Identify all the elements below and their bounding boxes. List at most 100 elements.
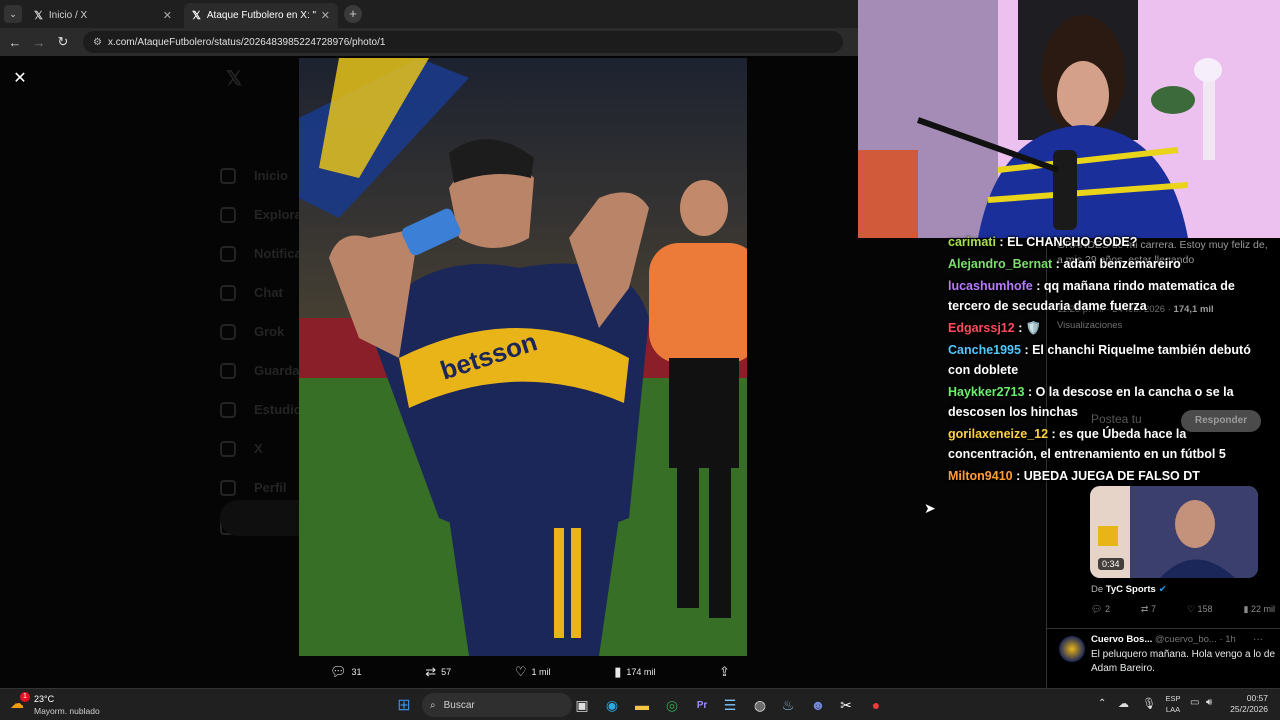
close-tab-icon[interactable]: ✕ [163, 9, 172, 22]
weather-temp: 23°C [34, 694, 55, 704]
video-repost-count: 7 [1150, 604, 1156, 614]
avatar[interactable] [1059, 636, 1085, 662]
chrome-icon[interactable]: ◎ [658, 691, 686, 719]
nav-icon [220, 284, 236, 301]
tab-label: Ataque Futbolero en X: " 🟣 🟡 La [206, 10, 319, 21]
tray-mic-icon[interactable]: 🎙︎ [1142, 697, 1156, 710]
chat-message: Milton9410 : UBEDA JUEGA DE FALSO DT [948, 466, 1260, 486]
clock[interactable]: 00:57 25/2/2026 [1222, 693, 1268, 715]
chat-text: EL CHANCHO CODE? [1007, 235, 1138, 249]
streamer-webcam [858, 0, 1280, 238]
nav-icon [220, 206, 236, 223]
weather-widget[interactable]: ☁ 1 23°C Mayorm. nublado [8, 692, 128, 718]
edge-icon[interactable]: ◉ [598, 691, 626, 719]
chat-username[interactable]: Milton9410 [948, 469, 1013, 483]
video-reply-stat[interactable]: 💬︎ 2 [1091, 604, 1110, 615]
views-button[interactable]: ▮ 174 mil [614, 664, 655, 680]
chat-username[interactable]: Edgarssj12 [948, 321, 1015, 335]
bar-chart-icon: ▮ [614, 664, 622, 679]
chat-username[interactable]: Haykker2713 [948, 385, 1024, 399]
chat-message: Edgarssj12 : 🛡️ [948, 318, 1260, 338]
heart-icon: ♡ [1186, 604, 1198, 614]
share-button[interactable]: ⇪ [719, 664, 730, 680]
webcam-frame [858, 0, 1280, 238]
tab-inicio[interactable]: 𝕏 Inicio / X ✕ [26, 3, 180, 28]
tweet-time: · 1h [1219, 634, 1236, 645]
tweet-photo[interactable]: betsson [299, 58, 747, 656]
notepad-icon[interactable]: ☰ [716, 691, 744, 719]
stream-chat-overlay: carimati : EL CHANCHO CODE? Alejandro_Ber… [948, 232, 1260, 492]
chat-text: adam benzemareiro [1063, 257, 1181, 271]
discord-icon[interactable]: ☻ [804, 691, 832, 719]
more-options-icon[interactable]: ··· [1253, 634, 1263, 645]
author-name[interactable]: Cuervo Bos... [1091, 634, 1152, 645]
like-button[interactable]: ♡ 1 mil [515, 664, 551, 680]
chat-separator: : [1048, 427, 1060, 441]
chat-username[interactable]: gorilaxeneize_12 [948, 427, 1048, 441]
share-icon: ⇪ [719, 664, 730, 679]
tray-chevron-icon[interactable]: ⌃ [1098, 698, 1106, 709]
dim-nav-label: X [254, 441, 263, 456]
premiere-icon[interactable]: Pr [688, 691, 716, 719]
windows-start-icon[interactable]: ⊞ [390, 691, 418, 719]
tweet-action-bar: 💬︎ 31 ⇄ 57 ♡ 1 mil ▮ 174 mil ⇪ [330, 662, 730, 682]
chat-username[interactable]: Canche1995 [948, 343, 1021, 357]
task-view-icon[interactable]: ▣ [568, 691, 596, 719]
repost-button[interactable]: ⇄ 57 [425, 664, 451, 680]
lang-primary: ESP [1165, 694, 1181, 703]
language-indicator[interactable]: ESP LAA [1162, 693, 1184, 715]
verified-badge-icon: ✔ [1158, 584, 1167, 595]
comment-icon: 💬︎ [1091, 604, 1105, 614]
chat-separator: : [1024, 385, 1036, 399]
comment-icon: 💬︎ [330, 664, 347, 679]
dim-nav-label: Grok [254, 324, 285, 339]
nav-icon [220, 401, 236, 418]
chat-separator: : [1012, 469, 1024, 483]
nav-icon [220, 479, 236, 496]
steam-icon[interactable]: ♨ [774, 691, 802, 719]
video-thumbnail[interactable]: 0:34 [1090, 486, 1258, 578]
x-logo-icon: 𝕏 [192, 10, 201, 22]
close-viewer-icon[interactable]: ✕ [10, 68, 30, 88]
video-repost-stat[interactable]: ⇄ 7 [1141, 604, 1156, 615]
chat-separator: : [995, 235, 1008, 249]
chat-message: Alejandro_Bernat : adam benzemareiro [948, 254, 1260, 274]
chat-username[interactable]: Alejandro_Bernat [948, 257, 1052, 271]
chat-separator: : [1052, 257, 1064, 271]
close-tab-icon[interactable]: ✕ [321, 9, 330, 22]
nav-icon [220, 167, 236, 184]
chat-text: UBEDA JUEGA DE FALSO DT [1023, 469, 1200, 483]
tab-ataque-futbolero[interactable]: 𝕏 Ataque Futbolero en X: " 🟣 🟡 La ✕ [184, 3, 338, 28]
video-reply-count: 2 [1104, 604, 1110, 614]
video-source-name[interactable]: TyC Sports [1106, 584, 1156, 595]
reload-icon[interactable]: ↻ [51, 34, 75, 50]
site-info-icon[interactable]: ⚙ [93, 37, 102, 48]
dim-nav-label: Perfil [254, 480, 287, 495]
tray-cloud-icon[interactable]: ☁ [1118, 697, 1129, 710]
chat-message: gorilaxeneize_12 : es que Úbeda hace la … [948, 424, 1260, 464]
video-like-stat[interactable]: ♡ 158 [1187, 604, 1213, 615]
chat-separator: : [1032, 279, 1044, 293]
new-tab-button[interactable]: + [344, 5, 362, 23]
url-field[interactable]: ⚙ x.com/AtaqueFutbolero/status/202648398… [83, 31, 843, 53]
chat-message: lucashumhofe : qq mañana rindo matematic… [948, 276, 1260, 316]
back-icon[interactable]: ← [3, 35, 27, 50]
chat-message: Haykker2713 : O la descose en la cancha … [948, 382, 1260, 422]
video-view-stat[interactable]: ▮ 22 mil [1244, 604, 1275, 615]
video-source-line: De TyC Sports ✔ [1091, 584, 1167, 595]
nav-icon [220, 323, 236, 340]
obs-icon[interactable]: ◍ [746, 691, 774, 719]
capcut-icon[interactable]: ✂ [832, 691, 860, 719]
tab-search-button[interactable]: ⌄ [4, 5, 22, 23]
taskbar-search[interactable]: ⌕ Buscar [422, 693, 572, 717]
volume-icon[interactable]: 🔊︎ [1206, 697, 1212, 708]
network-icon[interactable]: ▭ [1190, 697, 1199, 708]
football-player-photo: betsson [299, 58, 747, 656]
record-app-icon[interactable]: ● [862, 691, 890, 719]
nav-icon [220, 245, 236, 262]
forward-icon[interactable]: → [27, 35, 51, 50]
chat-username[interactable]: carimati [948, 235, 996, 249]
reply-button[interactable]: 💬︎ 31 [330, 664, 362, 680]
file-explorer-icon[interactable]: ▬ [628, 691, 656, 719]
chat-username[interactable]: lucashumhofe [948, 279, 1033, 293]
